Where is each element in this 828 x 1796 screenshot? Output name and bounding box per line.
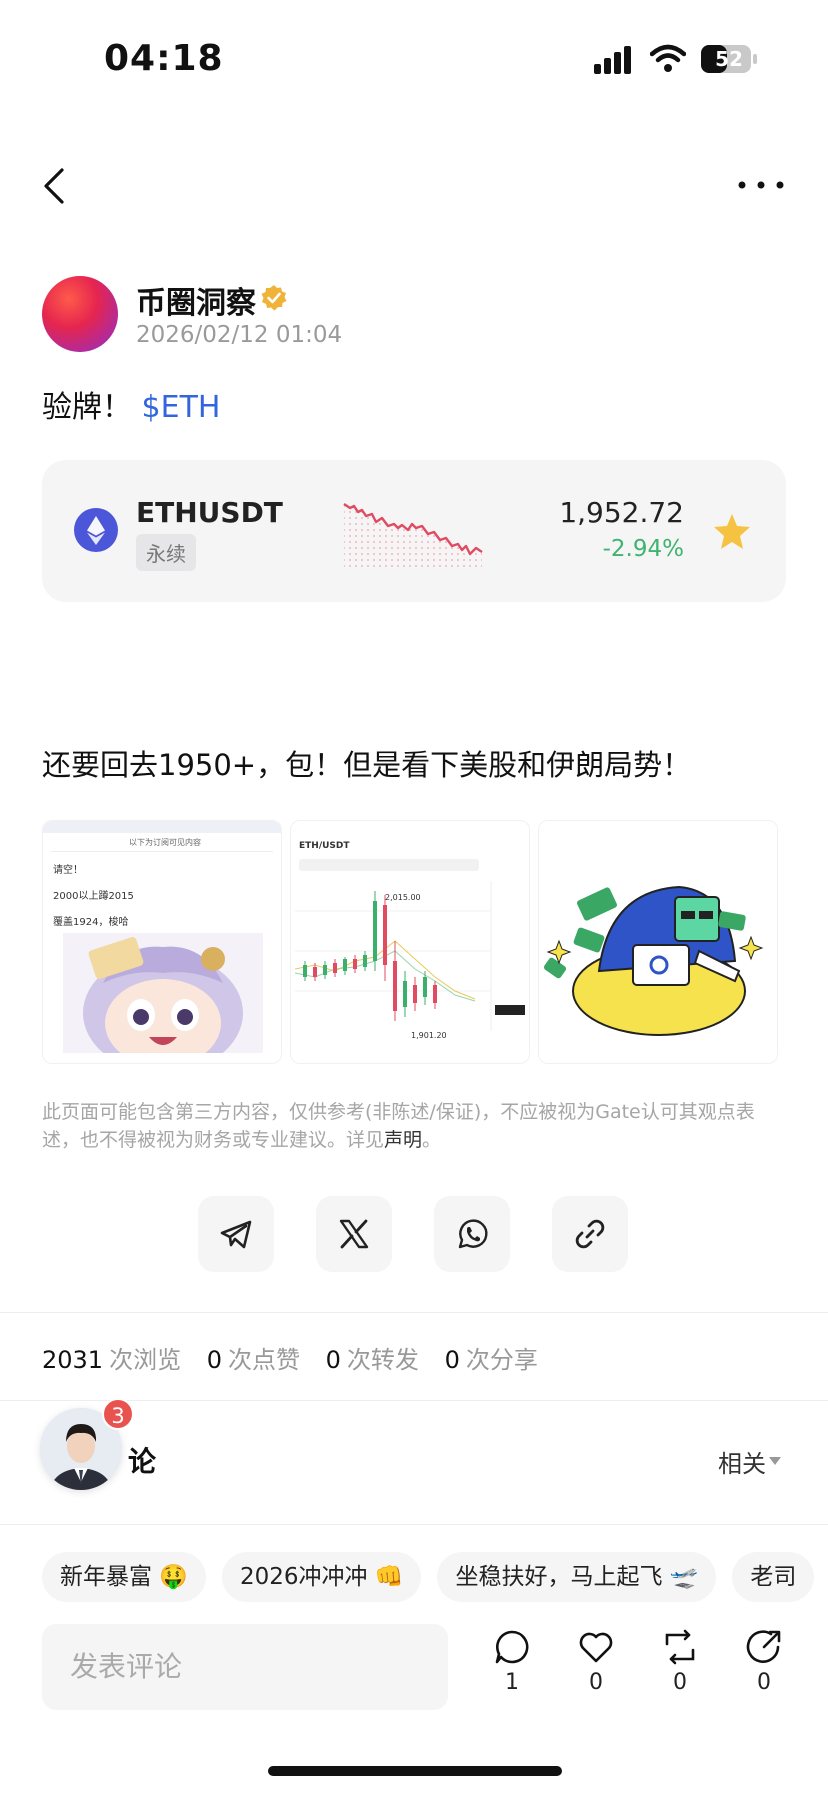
tag-chip[interactable]: 老司 [732,1552,815,1602]
whatsapp-icon [458,1219,488,1249]
divider [0,1524,828,1525]
image-1-line-2: 2000以上蹲2015 [53,891,134,902]
post-image-3[interactable] [538,820,778,1064]
post-title-text: 验牌！ [42,390,132,425]
ticker-tag-link[interactable]: $ETH [142,390,221,425]
comment-input[interactable]: 发表评论 [42,1624,448,1710]
notification-badge: 3 [102,1398,134,1430]
status-time: 04:18 [104,38,224,79]
tag-chip[interactable]: 坐稳扶好，马上起飞 🛫 [437,1552,717,1602]
views-count: 2031 [42,1346,104,1374]
quick-comment-tags: 新年暴富 🤑 2026冲冲冲 👊 坐稳扶好，马上起飞 🛫 老司 [42,1552,828,1602]
author-name[interactable]: 币圈洞察 [136,278,256,322]
ethereum-icon [74,508,118,552]
reposts-count: 0 [325,1346,341,1374]
disclaimer: 此页面可能包含第三方内容，仅供参考(非陈述/保证)，不应被视为Gate认可其观点… [42,1098,790,1154]
views-label: 次浏览 [109,1346,182,1374]
author-avatar[interactable] [42,276,118,352]
post-body: 还要回去1950+，包！但是看下美股和伊朗局势！ [42,748,692,782]
price-sparkline [343,503,483,568]
post-timestamp: 2026/02/12 01:04 [136,322,343,348]
disclaimer-end: 。 [422,1129,442,1151]
comments-header: 3 论 相关 [0,1398,828,1520]
telegram-icon [220,1220,252,1249]
post-stats: 2031 次浏览 0 次点赞 0 次转发 0 次分享 [42,1340,556,1375]
like-action[interactable]: 0 [566,1628,626,1708]
likes-count: 0 [206,1346,222,1374]
x-logo-icon [339,1219,369,1249]
favorite-star-icon[interactable] [712,512,752,552]
post-image-1[interactable]: 以下为订阅可见内容 请空！ 2000以上蹲2015 覆盖1924，梭哈 [42,820,282,1064]
repost-action[interactable]: 0 [650,1628,710,1708]
contract-type-badge: 永续 [136,534,196,571]
image-2-symbol: ETH/USDT [299,841,350,851]
share-whatsapp-button[interactable] [434,1196,510,1272]
verified-badge-icon [261,285,287,311]
comment-icon [495,1630,529,1664]
image-1-line-3: 覆盖1924，梭哈 [53,917,129,928]
share-row [198,1196,632,1272]
post-images: 以下为订阅可见内容 请空！ 2000以上蹲2015 覆盖1924，梭哈 ETH/… [42,820,828,1064]
repost-count: 0 [673,1670,687,1695]
divider [0,1312,828,1313]
like-count: 0 [589,1670,603,1695]
shares-count: 0 [444,1346,460,1374]
comment-action[interactable]: 1 [482,1628,542,1708]
top-nav [0,150,828,220]
ticker-symbol: ETHUSDT [136,496,283,529]
sort-dropdown[interactable]: 相关 [718,1444,766,1479]
home-indicator[interactable] [268,1766,562,1776]
anime-character-illustration [63,933,263,1053]
link-icon [575,1219,605,1249]
share-count: 0 [757,1670,771,1695]
ticker-card[interactable]: ETHUSDT 永续 1,952.72 -2.94% [42,460,786,602]
comments-title: 论 [128,1445,157,1478]
ticker-price: 1,952.72 [559,496,684,529]
status-bar: 04:18 52 [0,0,828,120]
shares-label: 次分享 [465,1346,538,1374]
bottom-action-bar: 发表评论 1 0 0 0 [0,1622,828,1712]
caret-down-icon[interactable] [768,1456,782,1466]
disclaimer-link[interactable]: 声明 [384,1129,422,1151]
image-1-header: 以下为订阅可见内容 [129,838,201,847]
post-title: 验牌！ $ETH [42,382,220,426]
image-2-high-label: 2,015.00 [385,893,421,902]
cellular-signal-icon [594,46,631,74]
wifi-icon [650,44,686,72]
likes-label: 次点赞 [228,1346,300,1374]
post-image-2[interactable]: ETH/USDT 2,015.00 1,901.20 [290,820,530,1064]
image-1-line-1: 请空！ [53,865,83,876]
more-options-icon[interactable] [736,170,786,200]
mascot-illustration [539,821,777,1063]
share-icon [746,1630,781,1663]
share-x-button[interactable] [316,1196,392,1272]
back-icon[interactable] [36,164,76,208]
post-author: 币圈洞察 2026/02/12 01:04 [42,276,742,352]
tag-chip[interactable]: 2026冲冲冲 👊 [221,1552,422,1602]
share-telegram-button[interactable] [198,1196,274,1272]
reposts-label: 次转发 [346,1346,419,1374]
share-action[interactable]: 0 [734,1628,794,1708]
candlestick-chart [295,881,525,1031]
comment-count: 1 [505,1670,519,1695]
repost-icon [665,1629,695,1665]
copy-link-button[interactable] [552,1196,628,1272]
battery-level: 52 [715,47,743,71]
ticker-change: -2.94% [602,536,684,562]
image-2-low-label: 1,901.20 [411,1031,447,1040]
heart-icon [579,1632,613,1663]
tag-chip[interactable]: 新年暴富 🤑 [42,1552,206,1602]
